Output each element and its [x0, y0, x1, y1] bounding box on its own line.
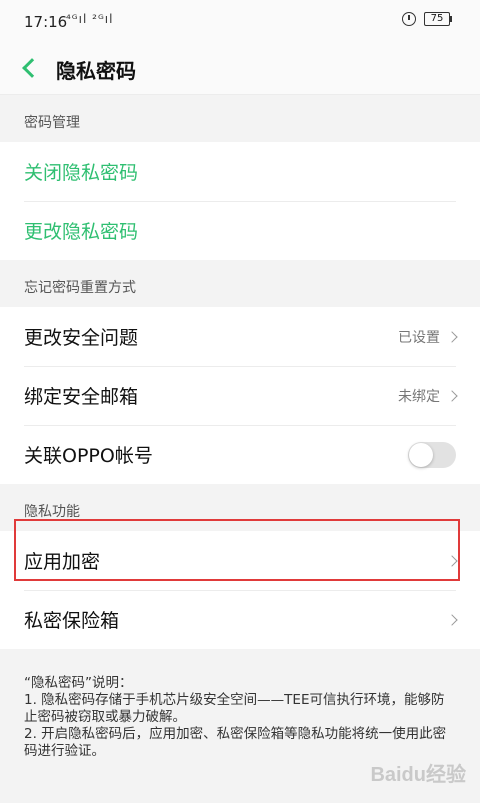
chevron-right-icon: [446, 554, 458, 567]
change-privacy-password-label: 更改隐私密码: [24, 221, 139, 243]
section-label-privacy: 隐私功能: [0, 484, 480, 531]
private-safe-label: 私密保险箱: [24, 610, 120, 632]
signal-icon: ⁴ᴳıl ²ᴳıl: [66, 12, 114, 26]
battery-level: 75: [424, 12, 450, 26]
toggle-knob: [409, 442, 433, 467]
oppo-account-toggle[interactable]: [408, 441, 456, 468]
alarm-icon: [402, 12, 416, 26]
security-email-item[interactable]: 绑定安全邮箱 未绑定: [0, 366, 480, 425]
app-encryption-item[interactable]: 应用加密: [0, 531, 480, 590]
status-bar: 17:16 ⁴ᴳıl ²ᴳıl 75: [0, 0, 480, 44]
security-question-item[interactable]: 更改安全问题 已设置: [0, 307, 480, 366]
chevron-right-icon: [446, 389, 458, 402]
page-header: 隐私密码: [0, 44, 480, 95]
app-encryption-label: 应用加密: [24, 551, 101, 573]
security-question-status: 已设置: [398, 329, 440, 346]
chevron-right-icon: [446, 613, 458, 626]
notes-title: “隐私密码”说明：: [24, 675, 133, 691]
security-question-label: 更改安全问题: [24, 327, 139, 349]
notes-line-2: 2. 开启隐私密码后，应用加密、私密保险箱等隐私功能将统一使用此密码进行验证。: [24, 726, 447, 759]
security-email-label: 绑定安全邮箱: [24, 386, 139, 408]
battery-icon: 75: [424, 12, 452, 26]
chevron-right-icon: [446, 330, 458, 343]
private-safe-item[interactable]: 私密保险箱: [0, 590, 480, 649]
battery-tip: [450, 16, 452, 22]
back-button[interactable]: [14, 52, 46, 84]
page-title: 隐私密码: [56, 59, 136, 83]
security-email-status: 未绑定: [398, 388, 440, 405]
section-label-reset: 忘记密码重置方式: [0, 260, 480, 307]
reset-group: 更改安全问题 已设置 绑定安全邮箱 未绑定 关联OPPO帐号: [0, 307, 480, 484]
close-privacy-password-item[interactable]: 关闭隐私密码: [0, 142, 480, 201]
privacy-group: 应用加密 私密保险箱: [0, 531, 480, 649]
notes-line-1: 1. 隐私密码存储于手机芯片级安全空间——TEE可信执行环境，能够防止密码被窃取…: [24, 692, 445, 725]
chevron-left-icon: [22, 58, 42, 78]
privacy-password-notes: “隐私密码”说明： 1. 隐私密码存储于手机芯片级安全空间——TEE可信执行环境…: [0, 649, 480, 760]
section-label-password-manage: 密码管理: [0, 95, 480, 142]
change-privacy-password-item[interactable]: 更改隐私密码: [0, 201, 480, 260]
oppo-account-label: 关联OPPO帐号: [24, 445, 153, 467]
password-manage-group: 关闭隐私密码 更改隐私密码: [0, 142, 480, 260]
oppo-account-item: 关联OPPO帐号: [0, 425, 480, 484]
close-privacy-password-label: 关闭隐私密码: [24, 162, 139, 184]
status-time: 17:16: [24, 13, 68, 31]
watermark: Baidu经验: [370, 764, 466, 786]
status-right: 75: [402, 12, 452, 26]
